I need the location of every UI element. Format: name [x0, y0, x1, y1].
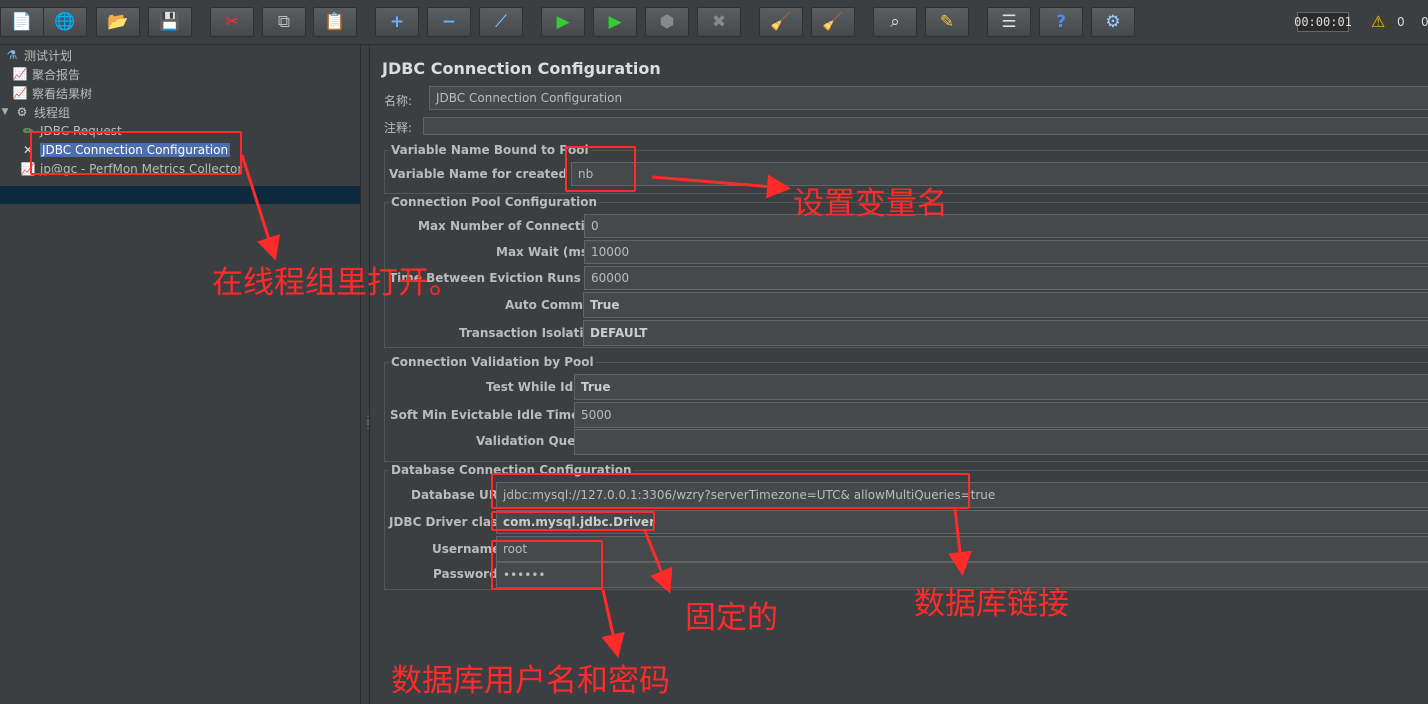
auto-commit-select[interactable]: True — [583, 292, 1428, 318]
page-title: JDBC Connection Configuration — [382, 59, 661, 78]
shutdown-icon[interactable]: ✖ — [697, 7, 741, 37]
username-label: Username — [432, 542, 501, 556]
gear-icon: ⚙ — [16, 105, 28, 119]
copy-icon[interactable]: ⧉ — [262, 7, 306, 37]
password-label: Password — [433, 567, 498, 581]
annotation-db-link: 数据库链接 — [914, 586, 1069, 622]
toggle-icon[interactable]: ⟋ — [479, 7, 523, 37]
expand-toggle-icon[interactable]: ▼ — [0, 104, 10, 120]
collapse-icon[interactable]: − — [427, 7, 471, 37]
pool-section-title: Connection Pool Configuration — [389, 195, 600, 209]
annotation-box-variable — [565, 146, 636, 192]
annotation-box-url — [491, 473, 970, 509]
comment-label: 注释: — [384, 121, 413, 135]
isolation-select[interactable]: DEFAULT — [583, 320, 1428, 346]
tree-item-aggregate-report[interactable]: 📈 聚合报告 — [12, 65, 81, 83]
panel-splitter[interactable]: ⋮ ⋮ — [360, 45, 373, 704]
annotation-db-user-pass: 数据库用户名和密码 — [391, 663, 670, 699]
chart-icon: 📈 — [12, 86, 28, 100]
function-helper-icon[interactable]: ☰ — [987, 7, 1031, 37]
annotation-box-tree — [30, 131, 242, 175]
name-field[interactable]: JDBC Connection Configuration — [429, 86, 1428, 110]
annotation-box-credentials — [491, 540, 603, 590]
config-panel: JDBC Connection Configuration 名称: JDBC C… — [372, 45, 1428, 704]
expand-icon[interactable]: + — [375, 7, 419, 37]
reset-search-icon[interactable]: ✎ — [925, 7, 969, 37]
max-connections-field[interactable]: 0 — [584, 214, 1428, 238]
warning-icon[interactable]: ⚠ — [1371, 12, 1385, 31]
validation-section-title: Connection Validation by Pool — [389, 355, 596, 369]
variable-name-field[interactable]: nb — [571, 162, 1428, 186]
username-field[interactable]: root — [496, 536, 1428, 562]
toolbar: 📄 🌐 📂 💾 ✂ ⧉ 📋 + − ⟋ ▶ ▶ ⬢ ✖ 🧹 🧹 ⌕ ✎ ☰ ? … — [0, 0, 1428, 45]
flask-icon: ⚗ — [6, 48, 18, 62]
annotation-open-in-group: 在线程组里打开。 — [212, 265, 460, 301]
tree-item-results-tree[interactable]: 📈 察看结果树 — [12, 84, 93, 102]
test-idle-select[interactable]: True — [574, 374, 1428, 400]
error-count: 0 — [1421, 15, 1428, 29]
tree-selection-row — [0, 186, 360, 204]
save-icon[interactable]: 💾 — [148, 7, 192, 37]
variable-section-title: Variable Name Bound to Pool — [389, 143, 591, 157]
max-wait-field[interactable]: 10000 — [584, 240, 1428, 264]
search-icon[interactable]: ⌕ — [873, 7, 917, 37]
clear-icon[interactable]: 🧹 — [759, 7, 803, 37]
name-label: 名称: — [384, 94, 413, 108]
tree-item-test-plan[interactable]: ⚗ 测试计划 — [4, 46, 72, 64]
clear-all-icon[interactable]: 🧹 — [811, 7, 855, 37]
help-icon[interactable]: ? — [1039, 7, 1083, 37]
templates-icon[interactable]: 🌐 — [43, 7, 87, 37]
tree-item-thread-group[interactable]: ▼ ⚙ 线程组 — [0, 103, 70, 121]
chart-icon: 📈 — [12, 67, 28, 81]
start-icon[interactable]: ▶ — [541, 7, 585, 37]
annotation-fixed: 固定的 — [685, 600, 778, 636]
validation-query-field[interactable] — [574, 429, 1428, 455]
tree-item-label: 线程组 — [34, 105, 71, 120]
tree-item-label: 测试计划 — [24, 48, 73, 63]
tree-item-label: 察看结果树 — [32, 86, 93, 101]
annotation-set-var-name: 设置变量名 — [793, 186, 948, 222]
soft-min-field[interactable]: 5000 — [574, 402, 1428, 428]
eviction-field[interactable]: 60000 — [584, 266, 1428, 290]
remote-icon[interactable]: ⚙ — [1091, 7, 1135, 37]
new-icon[interactable]: 📄 — [0, 7, 44, 37]
comment-field[interactable] — [423, 117, 1428, 135]
warning-count: 0 — [1397, 15, 1405, 29]
stop-icon[interactable]: ⬢ — [645, 7, 689, 37]
elapsed-timer: 00:00:01 — [1294, 12, 1352, 32]
tree-item-label: 聚合报告 — [32, 67, 81, 82]
start-no-pause-icon[interactable]: ▶ — [593, 7, 637, 37]
paste-icon[interactable]: 📋 — [313, 7, 357, 37]
open-icon[interactable]: 📂 — [96, 7, 140, 37]
cut-icon[interactable]: ✂ — [210, 7, 254, 37]
max-wait-label: Max Wait (ms): — [496, 245, 599, 259]
annotation-box-driver — [491, 511, 655, 531]
